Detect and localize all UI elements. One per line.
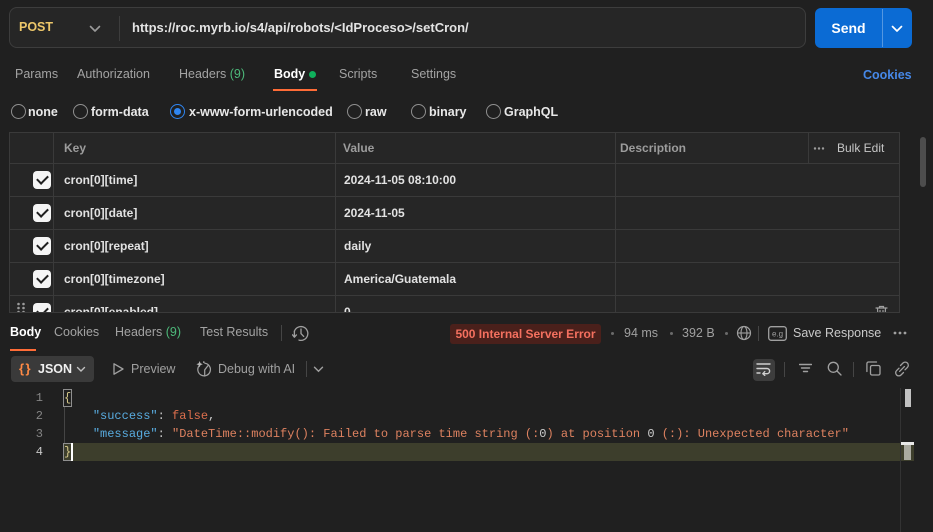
svg-text:e.g: e.g [772, 330, 783, 339]
